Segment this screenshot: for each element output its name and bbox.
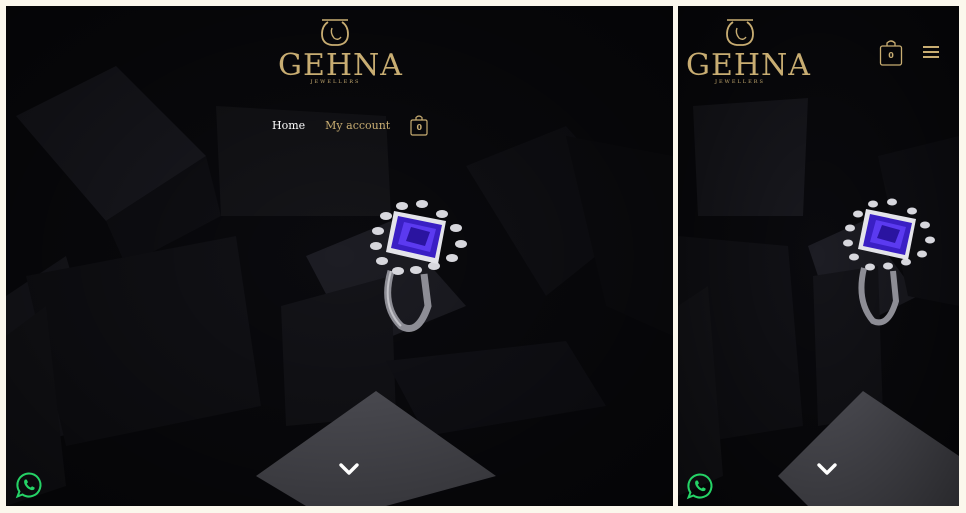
site-logo[interactable]: GEHNA JEWELLERS	[278, 16, 403, 85]
brand-name: GEHNA	[278, 48, 403, 83]
chevron-down-icon	[339, 463, 359, 475]
scroll-down-button[interactable]	[815, 461, 839, 477]
whatsapp-button[interactable]	[686, 472, 714, 500]
hamburger-menu-icon	[923, 46, 939, 48]
logo-monogram-icon	[321, 19, 349, 46]
cart-button[interactable]: 0	[410, 114, 428, 136]
chevron-down-icon	[817, 463, 837, 475]
whatsapp-icon	[15, 472, 42, 499]
scroll-down-button[interactable]	[337, 461, 361, 477]
hamburger-menu-button[interactable]	[923, 46, 939, 58]
whatsapp-icon	[686, 473, 713, 500]
logo-monogram-icon	[726, 19, 754, 46]
nav-home-link[interactable]: Home	[272, 119, 305, 132]
main-navigation: Home My account 0	[272, 114, 428, 136]
site-logo-mobile[interactable]: GEHNA JEWELLERS	[686, 16, 811, 85]
nav-my-account-link[interactable]: My account	[325, 119, 390, 132]
whatsapp-button[interactable]	[15, 471, 43, 499]
cart-count: 0	[416, 123, 423, 132]
brand-name: GEHNA	[686, 48, 811, 83]
mobile-view: GEHNA JEWELLERS 0	[678, 6, 959, 506]
desktop-view: GEHNA JEWELLERS Home My account 0	[6, 6, 673, 506]
cart-button-mobile[interactable]: 0	[879, 38, 903, 66]
cart-count: 0	[888, 51, 894, 60]
